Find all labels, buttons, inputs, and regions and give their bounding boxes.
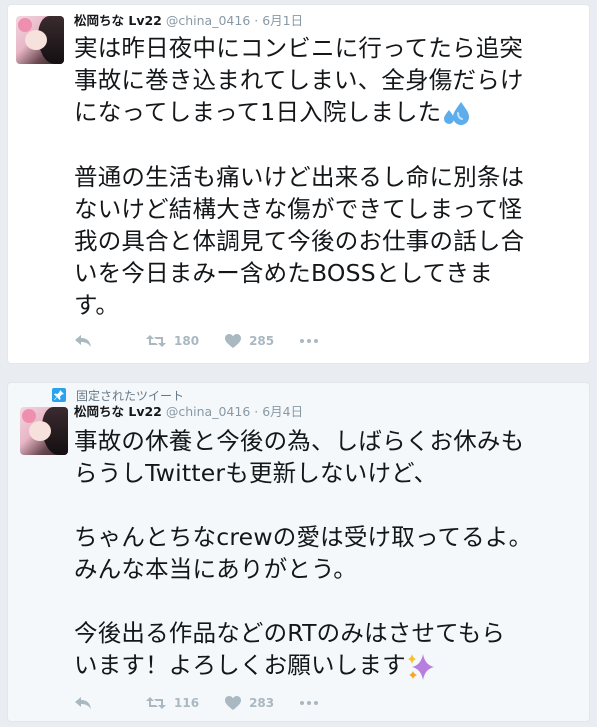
retweet-button[interactable]: 180 bbox=[146, 334, 199, 348]
retweet-icon bbox=[146, 697, 166, 709]
tweet-card[interactable]: 松岡ちな Lv22 @china_0416 · 6月1日 実は昨日夜中にコンビニ… bbox=[8, 5, 589, 363]
tweet-text: 実は昨日夜中にコンビニに行ってたら追突 事故に巻き込まれてしまい、全身傷だらけ … bbox=[74, 32, 582, 321]
retweet-button[interactable]: 116 bbox=[146, 696, 199, 710]
separator-dot: · bbox=[254, 13, 259, 28]
pin-icon bbox=[52, 388, 66, 402]
display-name[interactable]: 松岡ちな Lv22 bbox=[74, 13, 162, 28]
retweet-icon bbox=[146, 335, 166, 347]
tweet-text-line: らうしTwitterも更新しないけど、 bbox=[74, 459, 438, 487]
more-icon bbox=[300, 701, 319, 705]
tweet-text-line: 実は昨日夜中にコンビニに行ってたら追突 bbox=[74, 34, 524, 62]
user-handle[interactable]: @china_0416 bbox=[166, 404, 250, 419]
display-name[interactable]: 松岡ちな Lv22 bbox=[74, 404, 162, 419]
more-button[interactable] bbox=[300, 701, 319, 705]
retweet-count: 116 bbox=[174, 696, 200, 710]
tweet-text-line: す。 bbox=[74, 290, 120, 319]
heart-icon bbox=[225, 696, 242, 710]
tweet-date[interactable]: 6月4日 bbox=[262, 404, 303, 419]
user-handle[interactable]: @china_0416 bbox=[166, 13, 250, 28]
reply-icon bbox=[75, 335, 91, 347]
like-button[interactable]: 283 bbox=[225, 696, 274, 710]
tweet-text-line: ちゃんとちなcrewの愛は受け取ってるよ。 bbox=[74, 523, 533, 551]
retweet-count: 180 bbox=[174, 334, 200, 348]
like-count: 283 bbox=[249, 696, 275, 710]
tweet-text-line: になってしまって1日入院しました bbox=[74, 98, 442, 126]
tweet-text-line: 事故に巻き込まれてしまい、全身傷だらけ bbox=[74, 66, 524, 94]
like-button[interactable]: 285 bbox=[225, 334, 274, 348]
tweet-actions: 116 283 bbox=[74, 694, 344, 712]
tweet-text-line: 我の具合と体調見て今後のお仕事の話し合 bbox=[74, 226, 525, 255]
like-count: 285 bbox=[249, 334, 275, 348]
tweet-text-line: 事故の休養と今後の為、しばらくお休みも bbox=[74, 427, 525, 455]
tweet-text-line: ないけど結構大きな傷ができてしまって怪 bbox=[74, 194, 523, 223]
tweet-text-line: います！よろしくお願いします bbox=[74, 651, 406, 679]
pinned-tweet-card[interactable]: 松岡ちな Lv22 @china_0416 · 6月4日 事故の休養と今後の為、… bbox=[8, 383, 589, 721]
more-icon bbox=[300, 339, 319, 343]
tweet-text-line: 普通の生活も痛いけど出来るし命に別条は bbox=[74, 162, 525, 191]
reply-button[interactable] bbox=[74, 334, 92, 348]
tweet-header: 松岡ちな Lv22 @china_0416 · 6月4日 bbox=[74, 404, 303, 420]
separator-dot: · bbox=[254, 404, 259, 419]
avatar[interactable] bbox=[20, 407, 68, 455]
tweet-text: 事故の休養と今後の為、しばらくお休みも らうしTwitterも更新しないけど、 … bbox=[74, 425, 582, 682]
pinned-label: 固定されたツイート bbox=[76, 388, 185, 403]
reply-button[interactable] bbox=[74, 696, 92, 710]
tweet-header: 松岡ちな Lv22 @china_0416 · 6月1日 bbox=[74, 13, 303, 29]
heart-icon bbox=[225, 334, 242, 348]
tweet-text-line: いを今日まみー含めたBOSSとしてきま bbox=[74, 258, 493, 287]
reply-icon bbox=[75, 697, 91, 709]
tweet-text-line: みんな本当にありがとう。 bbox=[74, 555, 357, 583]
tweet-text-line: 今後出る作品などのRTのみはさせてもら bbox=[74, 619, 506, 647]
pinned-indicator: 固定されたツイート bbox=[52, 387, 184, 403]
sparkles-icon bbox=[407, 653, 434, 680]
tweet-date[interactable]: 6月1日 bbox=[262, 13, 303, 28]
tweet-actions: 180 285 bbox=[74, 332, 344, 350]
sweat-droplets-icon bbox=[444, 101, 470, 125]
avatar[interactable] bbox=[16, 16, 64, 64]
more-button[interactable] bbox=[300, 339, 319, 343]
